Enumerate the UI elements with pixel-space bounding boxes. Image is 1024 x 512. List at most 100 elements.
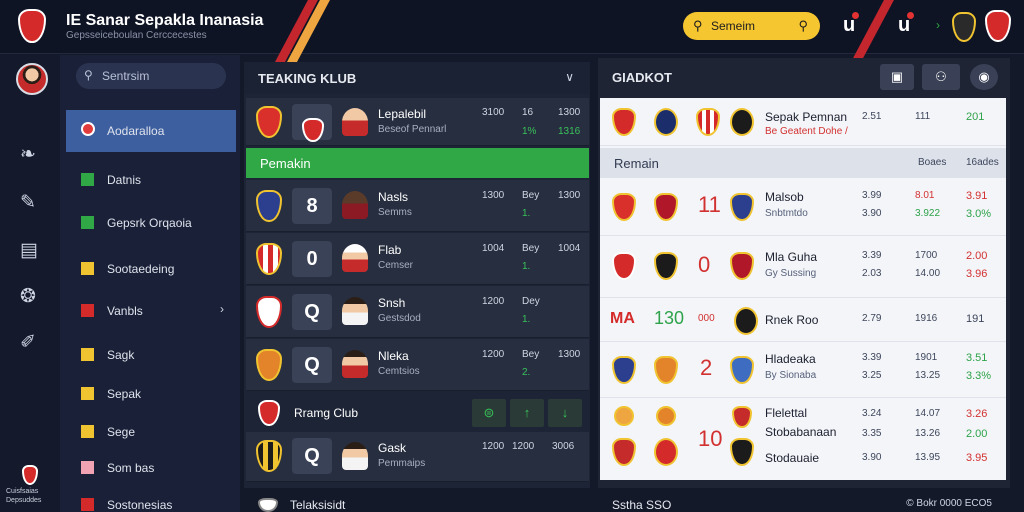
sidebar-item[interactable]: Sostonesias xyxy=(66,486,236,512)
sort-down-button[interactable]: ↓ xyxy=(548,399,582,427)
score: 10 xyxy=(698,426,723,451)
club-crest xyxy=(654,193,678,221)
club-crest xyxy=(256,106,282,138)
settings-button[interactable]: ◉ xyxy=(970,64,998,90)
sort-up-button[interactable]: ↑ xyxy=(510,399,544,427)
stat-value: 1200 xyxy=(482,349,505,360)
search-icon[interactable]: ⚲ xyxy=(798,18,808,34)
sidebar-search-input[interactable]: ⚲ Sentrsim xyxy=(76,63,226,89)
club-crest xyxy=(256,190,282,222)
group-label[interactable]: Pemakin xyxy=(246,148,589,178)
stat-value: Bey xyxy=(522,243,540,254)
sidebar-item[interactable]: Sepak xyxy=(66,375,236,413)
table-row[interactable]: MA 130 000 Rnek Roo 2.79 1916 191 xyxy=(600,298,1006,342)
club-crest xyxy=(612,108,636,136)
footer-copyright: © Bokr 0000 ECO5 xyxy=(906,498,992,509)
club-crest xyxy=(302,118,324,142)
stat-value: 3.51 xyxy=(966,352,988,364)
table-row[interactable]: 8 Nasls Semms 1300 Bey 1300 1. xyxy=(246,180,589,232)
standings-panel: GIADKOT ▣ ⚇ ◉ Sepak Pemnan Be Geatent Do… xyxy=(598,58,1010,488)
ranking-footer-title: Telaksisidt xyxy=(290,498,346,512)
stat-value: 3.90 xyxy=(862,452,882,463)
fire-icon[interactable]: ❧ xyxy=(20,143,36,166)
table-row[interactable]: 11 Malsob Snbtmtdo 3.99 3.90 8.01 3.922 … xyxy=(600,178,1006,236)
table-row[interactable]: 10 Flelettal Stobabanaan Stodauaie 3.24 … xyxy=(600,398,1006,480)
club-crest xyxy=(656,406,676,426)
team-name: Malsob xyxy=(765,190,804,204)
stat-value: 1. xyxy=(522,314,531,325)
sidebar-item[interactable]: Som bas xyxy=(66,449,236,487)
color-swatch xyxy=(81,173,94,186)
club-section-title: Rramg Club xyxy=(294,406,359,420)
club-crest xyxy=(256,243,282,275)
club-crest xyxy=(730,193,754,221)
stat-value: 3.91 xyxy=(966,190,988,202)
club-crest xyxy=(258,400,280,426)
sidebar-item[interactable]: Datnis xyxy=(66,161,236,199)
standings-top-row[interactable]: Sepak Pemnan Be Geatent Dohe / 2.51 111 … xyxy=(600,98,1006,146)
player-avatar xyxy=(342,350,368,378)
table-row[interactable]: Lepalebil Beseof Pennarl 3100 16 1300 1%… xyxy=(246,98,589,146)
table-row[interactable]: Q Nleka Cemtsios 1200 Bey 1300 2. xyxy=(246,339,589,391)
club-crest xyxy=(612,252,636,280)
sidebar-item[interactable]: Gepsrk Orqaoia xyxy=(66,204,236,242)
stat-value: 1700 xyxy=(915,250,938,261)
stat-value: 13.95 xyxy=(915,452,941,463)
player-name: Nasls xyxy=(378,190,409,204)
table-row[interactable]: 0 Mla Guha Gy Sussing 3.39 2.03 1700 14.… xyxy=(600,236,1006,298)
sidebar-item[interactable]: Aodaralloa xyxy=(66,110,236,152)
gamepad-icon[interactable]: ❂ xyxy=(20,285,36,308)
stat-value: 111 xyxy=(915,111,931,122)
club-badge[interactable] xyxy=(952,12,976,42)
stat-value: 3.96 xyxy=(966,268,988,280)
club-badge[interactable] xyxy=(985,10,1011,42)
stat-value: 1300 xyxy=(558,107,581,118)
team-sub: Stodauaie xyxy=(765,451,820,465)
stat-value: 2.79 xyxy=(862,313,882,324)
club-crest xyxy=(256,349,282,381)
club-crest xyxy=(730,252,754,280)
club-icon xyxy=(81,122,95,136)
color-swatch xyxy=(81,498,94,511)
stat-value: 3.90 xyxy=(862,208,882,219)
score: 000 xyxy=(698,313,715,324)
sidebar-item[interactable]: Sagk xyxy=(66,336,236,374)
player-avatar xyxy=(654,108,678,136)
club-crest xyxy=(732,406,752,428)
top-search-bar[interactable]: ⚲ Semeim ⚲ xyxy=(683,12,820,40)
sidebar-item-label: Vanbls xyxy=(107,304,143,318)
color-swatch xyxy=(81,461,94,474)
avatar[interactable] xyxy=(16,63,48,95)
image-icon[interactable]: ▤ xyxy=(20,239,38,262)
player-name: Flab xyxy=(378,243,402,257)
color-swatch xyxy=(81,262,94,275)
sidebar-item-label: Sootaedeing xyxy=(107,262,175,276)
table-row[interactable]: Q Snsh Gestsdod 1200 Dey 1. xyxy=(246,286,589,338)
chevron-right-icon[interactable]: › xyxy=(220,302,224,316)
club-section-header: Rramg Club ⊜ ↑ ↓ xyxy=(246,394,589,432)
club-logo-text: MA xyxy=(610,310,635,327)
sidebar-item[interactable]: Sootaedeing xyxy=(66,250,236,288)
share-button[interactable]: ⚇ xyxy=(922,64,960,90)
pencil-icon[interactable]: ✎ xyxy=(20,191,36,214)
team-sub: Stobabanaan xyxy=(765,425,837,439)
sidebar-item-label: Sostonesias xyxy=(107,498,173,512)
save-button[interactable]: ▣ xyxy=(880,64,914,90)
chevron-down-icon[interactable]: ∨ xyxy=(565,70,574,84)
sidebar-item[interactable]: Vanbls › xyxy=(66,292,236,330)
stat-value: 2. xyxy=(522,367,531,378)
app-title: IE Sanar Sepakla Inanasia xyxy=(66,12,264,29)
stat-value: 3.39 xyxy=(862,250,882,261)
stat-value: 1200 xyxy=(512,441,535,452)
table-row[interactable]: Q Gask Pemmaips 1200 1200 3006 xyxy=(246,432,589,482)
player-team: Pemmaips xyxy=(378,458,426,469)
table-row[interactable]: 2 Hladeaka By Sionaba 3.39 3.25 1901 13.… xyxy=(600,342,1006,398)
sidebar-item[interactable]: Sege xyxy=(66,413,236,451)
filter-button[interactable]: ⊜ xyxy=(472,399,506,427)
club-tile: Q xyxy=(292,347,332,383)
stat-value: 3.3% xyxy=(966,370,992,382)
color-swatch xyxy=(81,348,94,361)
chat-icon[interactable]: ✐ xyxy=(20,331,36,354)
app-logo[interactable] xyxy=(18,9,46,43)
table-row[interactable]: 0 Flab Cemser 1004 Bey 1004 1. xyxy=(246,233,589,285)
